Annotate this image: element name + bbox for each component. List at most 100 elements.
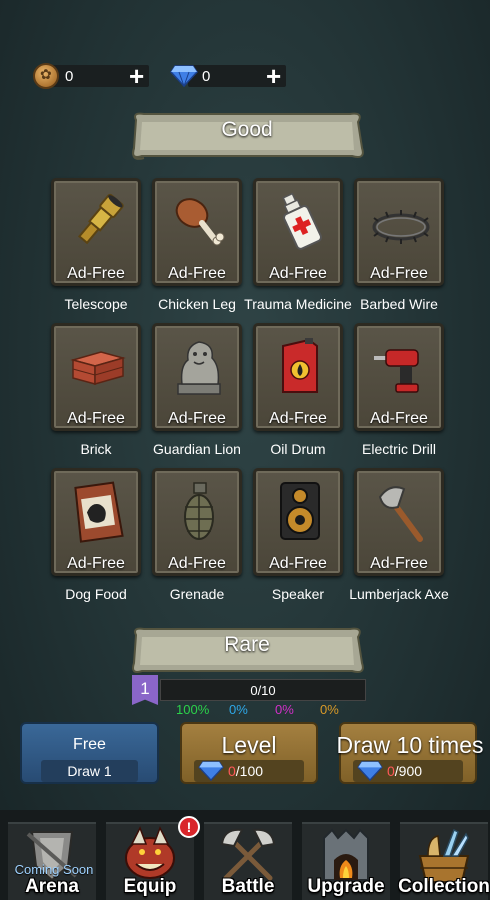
- item-card-lumberjack-axe[interactable]: Ad-Free Lumberjack Axe: [349, 468, 449, 602]
- item-name: Dog Food: [65, 586, 127, 602]
- item-card-frame: Ad-Free: [152, 323, 242, 431]
- tab-upgrade-label: Upgrade: [307, 876, 385, 897]
- good-banner: Good: [128, 108, 366, 160]
- draw-ten-cost-need: /900: [394, 763, 423, 779]
- tab-collection[interactable]: Collection: [398, 822, 490, 900]
- item-name: Trauma Medicine: [244, 296, 352, 312]
- ad-free-label: Ad-Free: [370, 265, 428, 282]
- ad-free-label: Ad-Free: [168, 555, 226, 572]
- level-cost-have: 0: [228, 763, 236, 779]
- item-name: Lumberjack Axe: [349, 586, 449, 602]
- diamond-icon: [357, 761, 383, 781]
- add-gems-button[interactable]: +: [266, 61, 281, 92]
- rate-good: 100%: [176, 702, 210, 717]
- tab-equip-label: Equip: [123, 876, 177, 897]
- ad-free-label: Ad-Free: [370, 410, 428, 427]
- grenade-icon: [184, 482, 214, 540]
- coming-soon-label: Coming Soon: [14, 862, 94, 877]
- ad-free-label: Ad-Free: [168, 410, 226, 427]
- free-label: Free: [73, 736, 106, 753]
- level-button[interactable]: Level 0/100: [180, 722, 318, 784]
- free-draw-button[interactable]: Free Draw 1: [20, 722, 159, 784]
- level-cost: 0/100: [194, 760, 304, 782]
- item-name: Oil Drum: [270, 441, 326, 457]
- oil-drum-icon: [282, 338, 318, 393]
- coin-icon: [33, 63, 59, 89]
- drill-icon: [374, 349, 419, 393]
- item-card-frame: Ad-Free: [152, 468, 242, 576]
- draw-ten-cost-have: 0: [387, 763, 395, 779]
- item-name: Chicken Leg: [158, 296, 236, 312]
- item-card-brick[interactable]: Ad-Free Brick: [51, 323, 141, 457]
- tab-battle[interactable]: Battle: [204, 822, 292, 900]
- ad-free-label: Ad-Free: [168, 265, 226, 282]
- item-card-grenade[interactable]: Ad-Free Grenade: [152, 468, 242, 602]
- ad-free-label: Ad-Free: [67, 410, 125, 427]
- speaker-icon: [280, 482, 320, 540]
- item-card-frame: Ad-Free: [354, 468, 444, 576]
- item-card-oil-drum[interactable]: Ad-Free Oil Drum: [253, 323, 343, 457]
- item-card-frame: Ad-Free: [253, 178, 343, 286]
- dog-food-icon: [74, 481, 124, 543]
- axe-icon: [378, 486, 423, 542]
- item-card-frame: Ad-Free: [51, 468, 141, 576]
- draw-progress: 1 0/10: [132, 675, 366, 705]
- item-name: Guardian Lion: [153, 441, 241, 457]
- rare-banner-label: Rare: [224, 633, 270, 656]
- level-number: 1: [140, 679, 150, 698]
- item-name: Telescope: [64, 296, 128, 312]
- item-card-frame: Ad-Free: [51, 323, 141, 431]
- item-card-guardian-lion[interactable]: Ad-Free Guardian Lion: [152, 323, 242, 457]
- item-name: Barbed Wire: [360, 296, 438, 312]
- ad-free-label: Ad-Free: [269, 265, 327, 282]
- item-card-telescope[interactable]: Ad-Free Telescope: [51, 178, 141, 312]
- diamond-icon: [170, 65, 198, 87]
- item-name: Grenade: [169, 586, 225, 602]
- item-card-trauma-medicine[interactable]: Ad-Free Trauma Medicine: [244, 178, 352, 312]
- draw-ten-cost-text: 0/900: [387, 763, 422, 779]
- telescope-icon: [77, 193, 124, 245]
- ad-free-label: Ad-Free: [269, 410, 327, 427]
- rate-legendary: 0%: [320, 702, 339, 717]
- item-card-chicken-leg[interactable]: Ad-Free Chicken Leg: [152, 178, 242, 312]
- progress-text: 0/10: [250, 683, 276, 698]
- diamond-icon: [198, 761, 224, 781]
- item-card-barbed-wire[interactable]: Ad-Free Barbed Wire: [354, 178, 444, 312]
- add-coins-button[interactable]: +: [129, 61, 144, 92]
- tab-collection-label: Collection: [398, 876, 490, 897]
- good-banner-label: Good: [221, 118, 273, 141]
- notification-badge: !: [178, 816, 200, 838]
- draw-ten-label: Draw 10 times: [336, 732, 484, 758]
- level-cost-text: 0/100: [228, 763, 263, 779]
- item-card-speaker[interactable]: Ad-Free Speaker: [253, 468, 343, 602]
- item-card-frame: Ad-Free: [354, 178, 444, 286]
- tab-upgrade[interactable]: Upgrade: [302, 822, 390, 900]
- barbed-wire-icon: [372, 210, 430, 244]
- draw-ten-button[interactable]: Draw 10 times 0/900: [337, 722, 483, 784]
- level-cost-need: /100: [235, 763, 264, 779]
- item-card-frame: Ad-Free: [152, 178, 242, 286]
- item-name: Brick: [80, 441, 112, 457]
- chicken-leg-icon: [175, 198, 225, 246]
- tab-arena[interactable]: Coming Soon Arena: [8, 822, 96, 900]
- lion-statue-icon: [177, 341, 221, 395]
- item-card-frame: Ad-Free: [253, 323, 343, 431]
- item-card-dog-food[interactable]: Ad-Free Dog Food: [51, 468, 141, 602]
- item-card-electric-drill[interactable]: Ad-Free Electric Drill: [354, 323, 444, 457]
- tab-battle-label: Battle: [221, 876, 275, 897]
- ad-free-label: Ad-Free: [269, 555, 327, 572]
- medicine-bottle-icon: [282, 192, 323, 250]
- ad-free-label: Ad-Free: [370, 555, 428, 572]
- brick-icon: [70, 351, 126, 385]
- rate-rare: 0%: [229, 702, 248, 717]
- draw-one-label: Draw 1: [41, 760, 138, 782]
- coin-value: 0: [65, 68, 74, 85]
- draw-ten-cost: 0/900: [353, 760, 463, 782]
- item-name: Electric Drill: [362, 441, 436, 457]
- item-card-frame: Ad-Free: [253, 468, 343, 576]
- item-name: Speaker: [271, 586, 325, 602]
- ad-free-label: Ad-Free: [67, 265, 125, 282]
- level-label: Level: [221, 732, 277, 758]
- rate-epic: 0%: [275, 702, 294, 717]
- item-card-frame: Ad-Free: [354, 323, 444, 431]
